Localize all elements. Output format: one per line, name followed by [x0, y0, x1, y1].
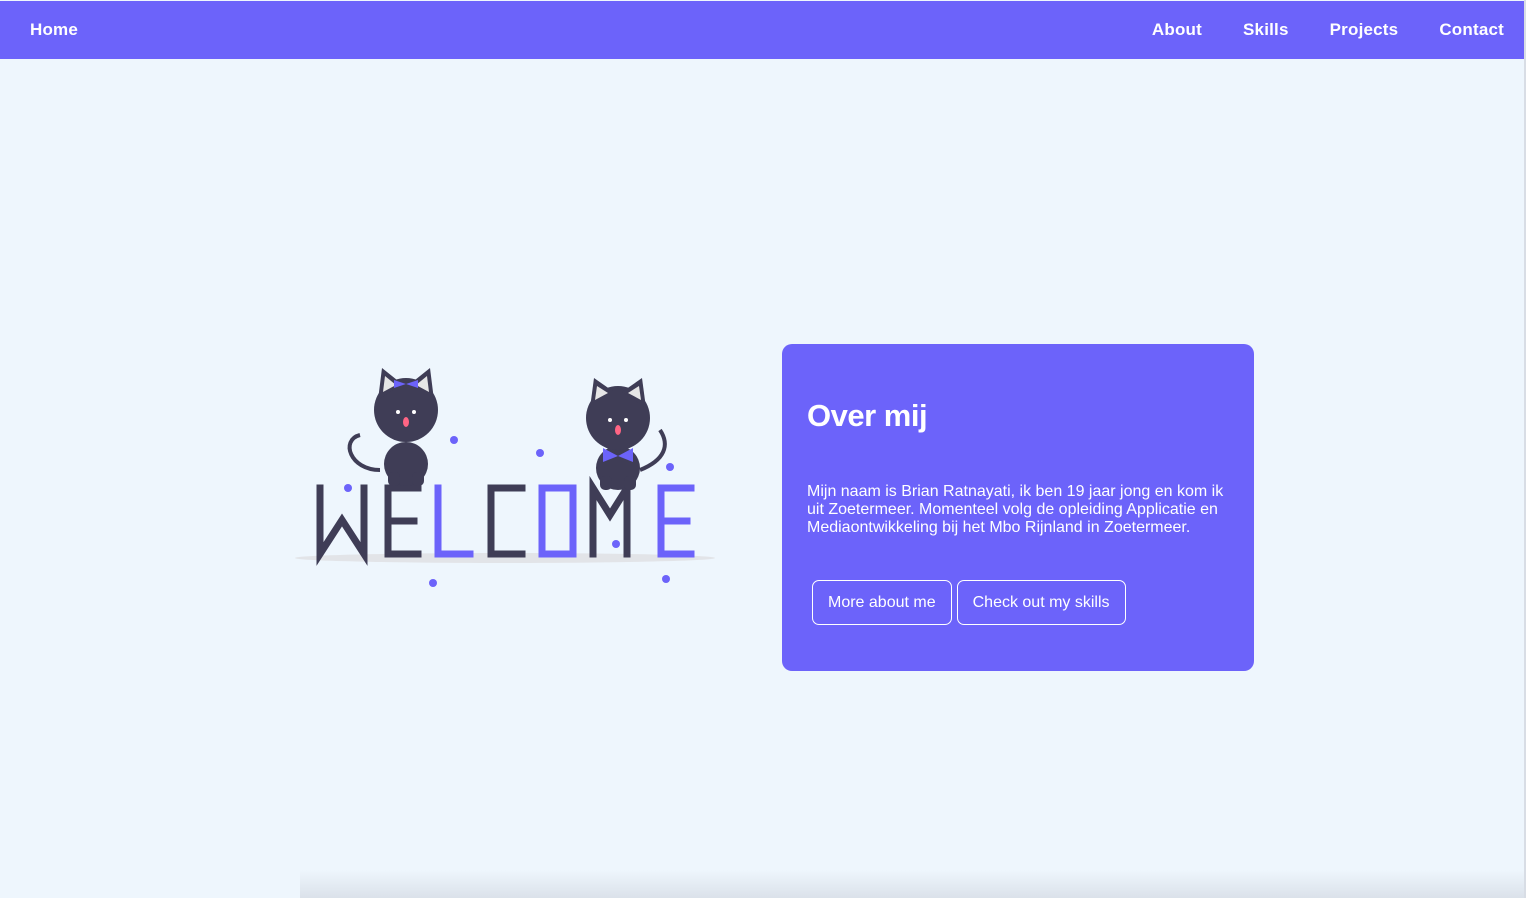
welcome-cats-icon [295, 368, 715, 587]
more-about-me-button[interactable]: More about me [812, 580, 952, 625]
card-title: Over mij [807, 398, 928, 433]
card-description: Mijn naam is Brian Ratnayati, ik ben 19 … [807, 483, 1224, 536]
nav-contact-link[interactable]: Contact [1439, 20, 1504, 40]
card-buttons: More about me Check out my skills [812, 580, 1230, 625]
right-cat [586, 378, 667, 490]
bottom-shadow [300, 870, 1526, 898]
nav-projects-link[interactable]: Projects [1330, 20, 1399, 40]
left-cat [347, 368, 438, 486]
check-skills-button[interactable]: Check out my skills [956, 580, 1126, 625]
nav-skills-link[interactable]: Skills [1243, 20, 1289, 40]
nav-home-link[interactable]: Home [30, 20, 78, 40]
nav-menu: About Skills Projects Contact [1111, 20, 1504, 40]
nav-about-link[interactable]: About [1152, 20, 1202, 40]
about-card: Over mij Mijn naam is Brian Ratnayati, i… [782, 344, 1254, 671]
welcome-illustration [290, 360, 730, 600]
top-navbar: Home About Skills Projects Contact [0, 1, 1524, 59]
